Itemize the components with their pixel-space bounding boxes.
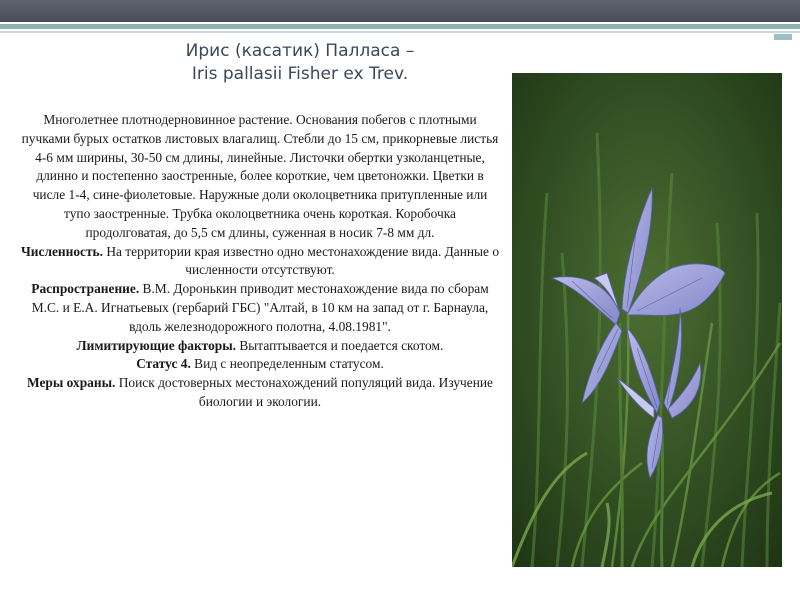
abundance-paragraph: Численность. На территории края известно…	[20, 243, 500, 281]
limiting-factors-text: Вытаптывается и поедается скотом.	[236, 337, 444, 353]
top-bar	[0, 0, 800, 22]
slide-title: Ирис (касатик) Палласа – Iris pallasii F…	[80, 40, 520, 86]
iris-photo	[512, 73, 782, 567]
iris-flower-photo-icon	[512, 73, 782, 567]
limiting-factors-paragraph: Лимитирующие факторы. Вытаптывается и по…	[20, 337, 500, 356]
status-paragraph: Статус 4. Вид с неопределенным статусом.	[20, 355, 500, 374]
slide: Ирис (касатик) Палласа – Iris pallasii F…	[0, 0, 800, 600]
distribution-label: Распространение.	[31, 281, 140, 297]
description-paragraph: Многолетнее плотнодерновинное растение. …	[21, 112, 499, 240]
limiting-factors-label: Лимитирующие факторы.	[76, 337, 237, 353]
protection-label: Меры охраны.	[27, 375, 116, 391]
distribution-paragraph: Распространение. В.М. Доронькин приводит…	[20, 280, 500, 336]
accent-line-thin	[0, 31, 800, 33]
protection-text: Поиск достоверных местонахождений популя…	[115, 375, 493, 409]
status-text: Вид с неопределенным статусом.	[190, 356, 384, 372]
status-label: Статус 4.	[136, 356, 191, 372]
title-line-russian: Ирис (касатик) Палласа –	[185, 41, 415, 61]
abundance-label: Численность.	[20, 243, 103, 259]
title-line-latin: Iris pallasii Fisher ex Trev.	[191, 64, 409, 84]
corner-mark	[774, 34, 792, 40]
abundance-text: На территории края известно одно местона…	[102, 243, 500, 278]
species-description-block: Многолетнее плотнодерновинное растение. …	[20, 111, 500, 412]
protection-paragraph: Меры охраны. Поиск достоверных местонахо…	[20, 374, 500, 412]
accent-line	[0, 24, 800, 29]
